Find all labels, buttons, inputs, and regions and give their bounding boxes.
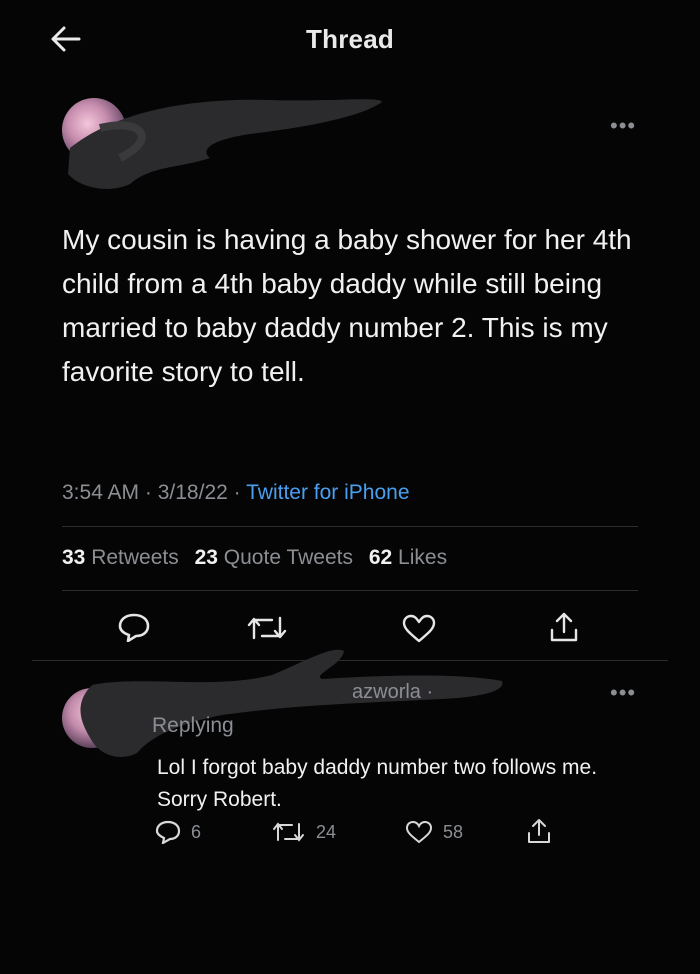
retweets-stat[interactable]: 33 Retweets [62, 546, 179, 569]
share-icon[interactable] [547, 610, 581, 644]
tweet-text: My cousin is having a baby shower for he… [62, 224, 632, 387]
divider [62, 590, 638, 591]
tweet-time: 3:54 AM [62, 481, 140, 504]
tweet-date: 3/18/22 [157, 481, 228, 504]
like-icon[interactable] [401, 614, 437, 644]
tweet-meta: 3:54 AM · 3/18/22 · Twitter for iPhone [62, 481, 410, 504]
reply-retweet-count: 24 [316, 821, 337, 842]
reply-count: 6 [191, 821, 202, 842]
reply-icon[interactable] [117, 612, 151, 642]
reply-text: Lol I forgot baby daddy number two follo… [157, 756, 598, 811]
tweet-stats: 33 Retweets 23 Quote Tweets 62 Likes [62, 546, 457, 570]
more-options-button[interactable]: ••• [610, 115, 636, 137]
reply-icon [155, 820, 181, 844]
retweet-icon [272, 820, 306, 844]
divider [62, 526, 638, 527]
reply-like-count: 58 [443, 821, 464, 842]
redaction-scribble [80, 649, 503, 757]
redaction-scribble [68, 99, 382, 189]
reply-handle[interactable]: azworla · [352, 681, 433, 704]
retweet-icon[interactable] [246, 614, 290, 642]
reply-like-button[interactable]: 58 [405, 820, 463, 844]
page-title: Thread [306, 24, 394, 54]
reply-reply-button[interactable]: 6 [155, 820, 201, 844]
like-icon [405, 820, 433, 844]
reply-share-icon[interactable] [525, 817, 553, 845]
tweet-source-link[interactable]: Twitter for iPhone [246, 481, 409, 504]
replying-to: Replying [152, 714, 234, 737]
likes-stat[interactable]: 62 Likes [369, 546, 447, 569]
reply-retweet-button[interactable]: 24 [272, 820, 336, 844]
reply-more-options-button[interactable]: ••• [610, 682, 636, 704]
quote-tweets-stat[interactable]: 23 Quote Tweets [195, 546, 353, 569]
